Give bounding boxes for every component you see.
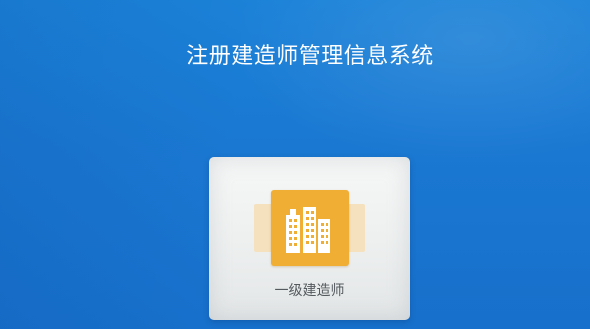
page-title: 注册建造师管理信息系统 <box>186 44 434 69</box>
buildings-icon <box>286 207 330 253</box>
role-card-first-class-constructor[interactable]: 一级建造师 <box>209 157 410 320</box>
role-label: 一级建造师 <box>274 283 345 299</box>
icon-tile <box>271 190 349 266</box>
